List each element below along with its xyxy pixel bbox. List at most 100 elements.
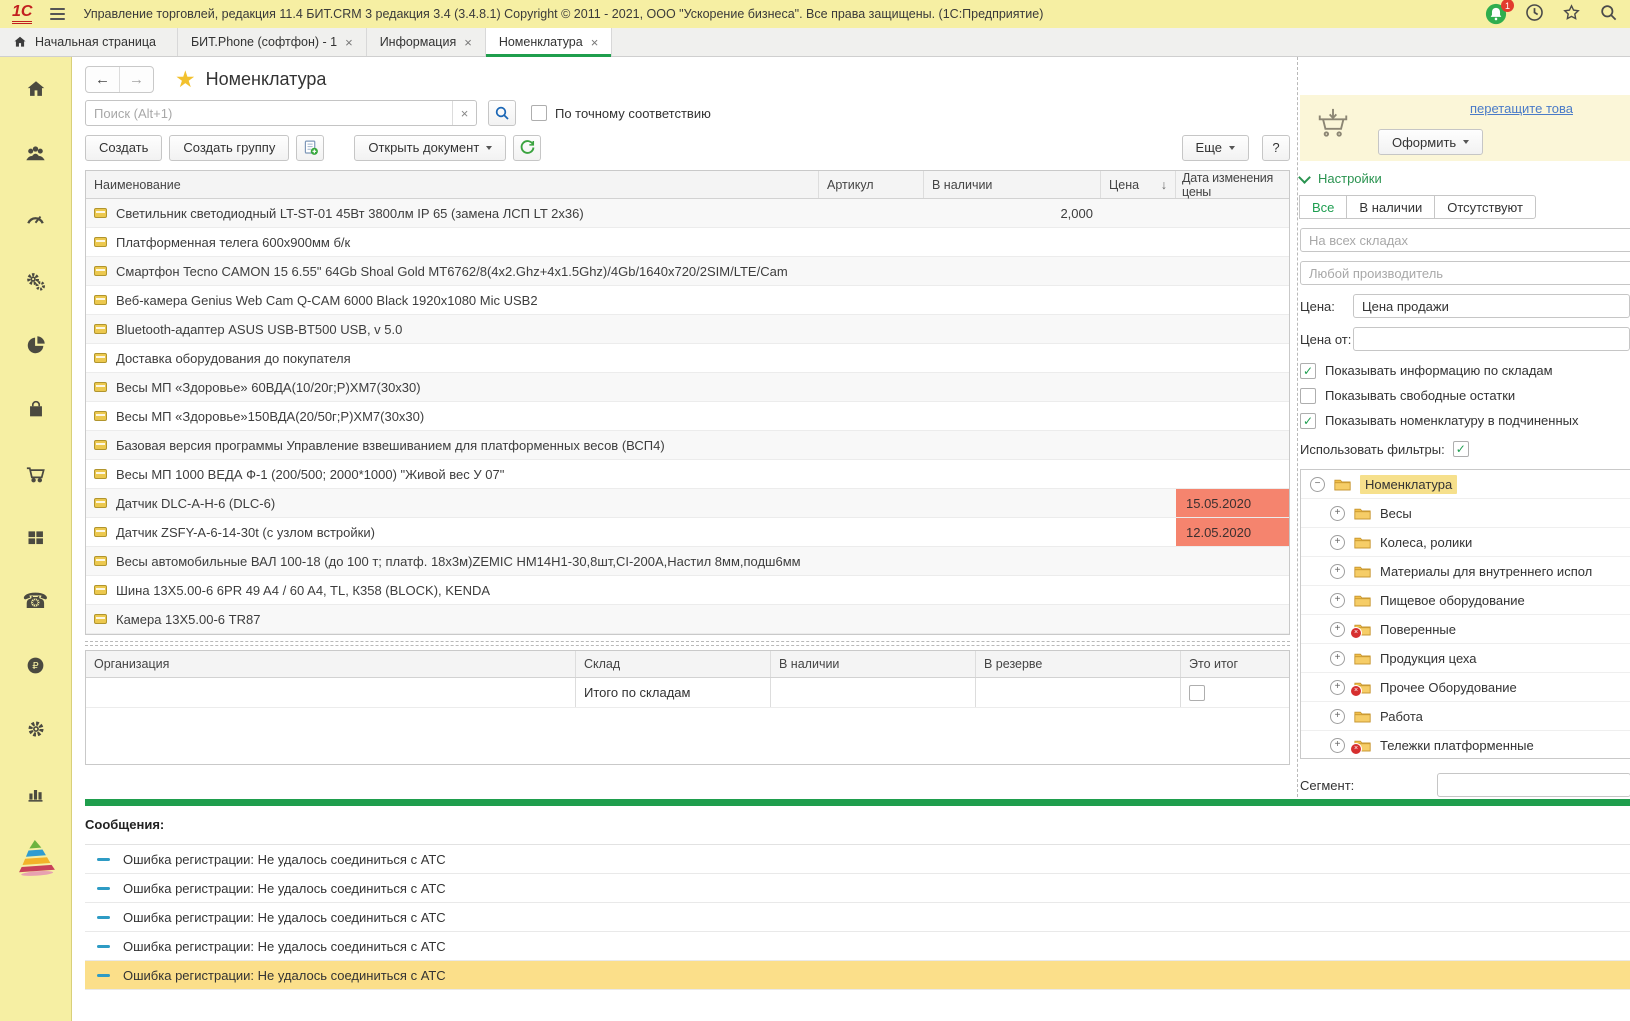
order-drop-area[interactable]: перетащите това Оформить	[1300, 95, 1630, 161]
clear-search-icon[interactable]: ×	[452, 101, 476, 125]
create-group-button[interactable]: Создать группу	[169, 135, 289, 161]
bit-pyramid-logo[interactable]	[0, 825, 71, 889]
purchases-bag-icon[interactable]	[0, 377, 71, 441]
segment-input[interactable]	[1437, 773, 1630, 797]
column-price-date[interactable]: Дата изменения цены	[1176, 171, 1289, 198]
table-row[interactable]: Шина 13Х5.00-6 6PR 49 A4 / 60 A4, TL, К3…	[86, 576, 1289, 605]
segment-button[interactable]: Все	[1299, 195, 1347, 219]
option-row[interactable]: Показывать номенклатуру в подчиненных	[1300, 408, 1630, 433]
table-row[interactable]: Базовая версия программы Управление взве…	[86, 431, 1289, 460]
table-row[interactable]: Камера 13Х5.00-6 TR87	[86, 605, 1289, 634]
tab[interactable]: Информация ×	[367, 28, 486, 56]
option-checkbox[interactable]	[1300, 388, 1316, 404]
expand-toggle-icon[interactable]: +	[1330, 506, 1345, 521]
expand-toggle-icon[interactable]: +	[1330, 738, 1345, 753]
finance-ruble-icon[interactable]: ₽	[0, 633, 71, 697]
table-row[interactable]: Платформенная телега 600x900мм б/к	[86, 228, 1289, 257]
favorites-star-icon[interactable]	[1562, 3, 1581, 25]
back-button[interactable]: ←	[86, 67, 119, 92]
search-icon[interactable]	[1599, 3, 1618, 25]
column-is-total[interactable]: Это итог	[1181, 651, 1289, 677]
column-sku[interactable]: Артикул	[819, 171, 924, 198]
copy-item-button[interactable]	[296, 135, 324, 161]
tree-item[interactable]: + × Прочее Оборудование	[1301, 673, 1630, 702]
column-organization[interactable]: Организация	[86, 651, 576, 677]
main-menu-icon[interactable]	[50, 5, 65, 23]
history-clock-icon[interactable]	[1525, 3, 1544, 25]
settings-toggle[interactable]: Настройки	[1300, 171, 1630, 186]
expand-toggle-icon[interactable]: +	[1330, 564, 1345, 579]
tree-item[interactable]: − × Номенклатура	[1301, 470, 1630, 499]
services-gears-icon[interactable]	[0, 249, 71, 313]
close-icon[interactable]: ×	[345, 35, 353, 50]
tab[interactable]: Номенклатура ×	[486, 28, 612, 56]
tree-item[interactable]: + × Пищевое оборудование	[1301, 586, 1630, 615]
notifications-bell-icon[interactable]: 1	[1485, 3, 1507, 25]
tree-item[interactable]: + × Тележки платформенные	[1301, 731, 1630, 759]
phone-icon[interactable]: ☎	[0, 569, 71, 633]
home-icon[interactable]	[0, 57, 71, 121]
reports-chart-icon[interactable]	[0, 761, 71, 825]
exact-match-checkbox[interactable]	[531, 105, 547, 121]
option-checkbox[interactable]	[1300, 413, 1316, 429]
tree-item[interactable]: + × Работа	[1301, 702, 1630, 731]
forward-button[interactable]: →	[119, 67, 153, 92]
message-row[interactable]: Ошибка регистрации: Не удалось соединить…	[85, 874, 1630, 903]
column-in-stock[interactable]: В наличии	[771, 651, 976, 677]
table-row[interactable]: Весы МП 1000 ВЕДА Ф-1 (200/500; 2000*100…	[86, 460, 1289, 489]
manufacturer-filter-input[interactable]	[1300, 261, 1630, 285]
search-button[interactable]	[488, 100, 516, 126]
tree-item[interactable]: + × Продукция цеха	[1301, 644, 1630, 673]
table-row[interactable]: Весы автомобильные ВАЛ 100-18 (до 100 т;…	[86, 547, 1289, 576]
table-row[interactable]: Весы МП «Здоровье» 60ВДА(10/20г;Р)ХМ7(30…	[86, 373, 1289, 402]
expand-toggle-icon[interactable]: +	[1330, 709, 1345, 724]
open-document-button[interactable]: Открыть документ	[354, 135, 506, 161]
settings-gear-icon[interactable]	[0, 697, 71, 761]
table-row[interactable]: Датчик DLC-A-H-6 (DLC-6) 15.05.2020	[86, 489, 1289, 518]
column-stock[interactable]: В наличии	[924, 171, 1101, 198]
expand-toggle-icon[interactable]: +	[1330, 680, 1345, 695]
message-row[interactable]: Ошибка регистрации: Не удалось соединить…	[85, 845, 1630, 874]
search-input[interactable]	[86, 101, 452, 125]
checkout-button[interactable]: Оформить	[1378, 129, 1483, 155]
tree-item[interactable]: + × Колеса, ролики	[1301, 528, 1630, 557]
vertical-splitter[interactable]	[1297, 57, 1298, 797]
segment-button[interactable]: Отсутствуют	[1434, 195, 1536, 219]
is-total-checkbox[interactable]	[1189, 685, 1205, 701]
sales-cart-icon[interactable]	[0, 441, 71, 505]
help-button[interactable]: ?	[1262, 135, 1290, 161]
expand-toggle-icon[interactable]: +	[1330, 593, 1345, 608]
tree-item[interactable]: + × Материалы для внутреннего испол	[1301, 557, 1630, 586]
table-row[interactable]: Доставка оборудования до покупателя	[86, 344, 1289, 373]
column-name[interactable]: Наименование	[86, 171, 819, 198]
tab[interactable]: Начальная страница	[0, 28, 178, 56]
warehouse-grid-icon[interactable]	[0, 505, 71, 569]
tree-item[interactable]: + × Поверенные	[1301, 615, 1630, 644]
refresh-button[interactable]	[513, 135, 541, 161]
tab[interactable]: БИТ.Phone (софтфон) - 1 ×	[178, 28, 367, 56]
stock-total-row[interactable]: Итого по складам	[86, 678, 1289, 708]
favorite-star-icon[interactable]: ★	[175, 68, 196, 91]
column-price[interactable]: Цена ↓	[1101, 171, 1176, 198]
segment-button[interactable]: В наличии	[1346, 195, 1435, 219]
more-button[interactable]: Еще	[1182, 135, 1249, 161]
price-from-input[interactable]	[1353, 327, 1630, 351]
analytics-pie-icon[interactable]	[0, 313, 71, 377]
expand-toggle-icon[interactable]: +	[1330, 651, 1345, 666]
use-filters-checkbox[interactable]	[1453, 441, 1469, 457]
dashboard-gauge-icon[interactable]	[0, 185, 71, 249]
table-row[interactable]: Веб-камера Genius Web Cam Q-CAM 6000 Bla…	[86, 286, 1289, 315]
table-row[interactable]: Смартфон Tecno CAMON 15 6.55" 64Gb Shoal…	[86, 257, 1289, 286]
option-row[interactable]: Показывать свободные остатки	[1300, 383, 1630, 408]
drag-items-link[interactable]: перетащите това	[1470, 101, 1573, 116]
price-type-input[interactable]	[1353, 294, 1630, 318]
expand-toggle-icon[interactable]: +	[1330, 622, 1345, 637]
close-icon[interactable]: ×	[591, 35, 599, 50]
warehouse-filter-input[interactable]	[1300, 228, 1630, 252]
option-checkbox[interactable]	[1300, 363, 1316, 379]
column-reserved[interactable]: В резерве	[976, 651, 1181, 677]
table-row[interactable]: Светильник светодиодный LT-ST-01 45Вт 38…	[86, 199, 1289, 228]
table-row[interactable]: Датчик ZSFY-A-6-14-30t (с узлом встройки…	[86, 518, 1289, 547]
tree-item[interactable]: + × Весы	[1301, 499, 1630, 528]
horizontal-splitter[interactable]	[85, 641, 1290, 646]
